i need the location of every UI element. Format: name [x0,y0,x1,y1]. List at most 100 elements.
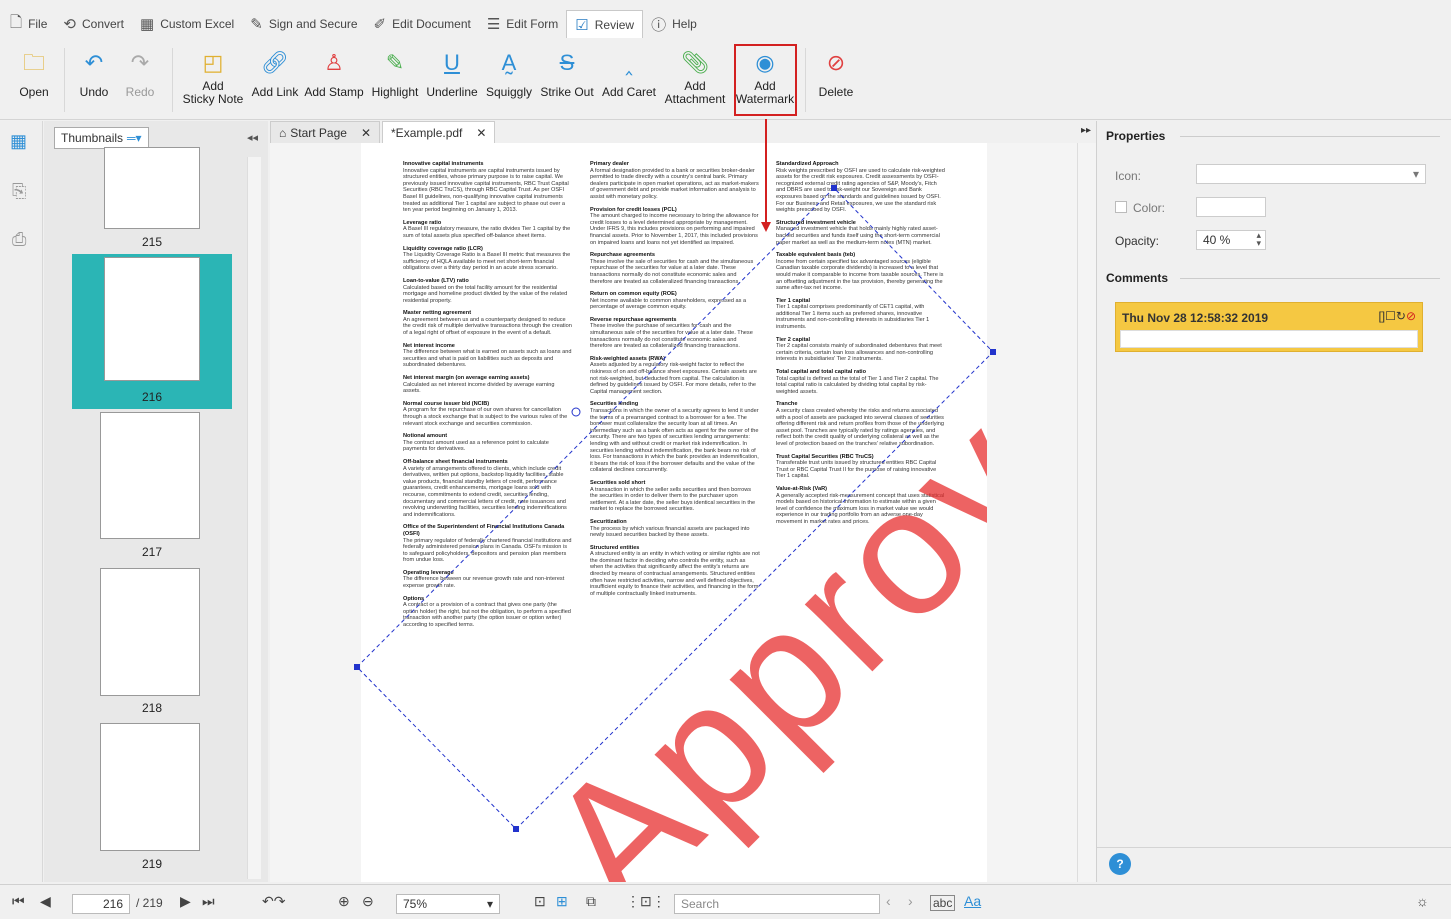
caret-icon: ‸ [625,50,633,75]
add-caret-button[interactable]: ‸ Add Caret [601,40,657,118]
color-label: Color: [1133,201,1166,215]
link-icon: 🔗︎ [261,50,289,75]
stamp-icon: ♙ [324,50,344,75]
single-page-icon[interactable]: ⊡ [534,893,546,910]
menu-review[interactable]: ☑ Review [566,10,644,38]
search-next-icon[interactable]: › [908,893,913,909]
annotation-arrow [761,119,771,232]
delete-icon[interactable]: ⊘ [1406,309,1416,323]
search-input[interactable]: Search [674,894,880,914]
zoom-in-icon[interactable]: ⊕ [338,893,350,910]
icon-select[interactable]: ▾ [1196,164,1426,184]
thumbnails-icon[interactable]: ▦ [10,131,27,152]
page-number: 217 [141,545,163,559]
help-icon: ⓘ [651,16,667,34]
thumbnail-page[interactable] [100,412,200,539]
selection-frame [356,187,994,830]
close-icon[interactable]: ✕ [476,126,486,140]
add-attachment-button[interactable]: 📎︎ Add Attachment [664,40,726,118]
color-picker[interactable] [1196,197,1266,217]
close-icon[interactable]: ✕ [361,126,371,140]
separator [805,48,806,112]
resize-handle[interactable] [513,826,519,832]
attachments-icon[interactable]: ⎙ [12,229,26,250]
label-line: Add [684,79,706,93]
separator [172,48,173,112]
chevron-down-icon: ▾ [486,897,493,911]
icon-label: Icon: [1115,169,1142,183]
add-link-button[interactable]: 🔗︎ Add Link [251,40,299,118]
strike-out-button[interactable]: S Strike Out [539,40,595,118]
menu-file[interactable]: 🗋 File [2,10,55,38]
undo-icon: ↶ [84,50,104,75]
thumbnail-page[interactable] [100,568,200,696]
form-icon: ☰ [486,16,501,33]
squiggly-button[interactable]: A̰ Squiggly [485,40,533,118]
underline-icon: U [444,50,460,75]
resize-handle[interactable] [990,349,996,355]
menu-bar: 🗋 File ⟲ Convert ▦ Custom Excel ✎ Sign and S… [0,8,1451,40]
highlight-button[interactable]: ✎ Highlight [370,40,420,118]
menu-edit-document[interactable]: ✐ Edit Document [366,10,479,38]
spinner-arrows-icon[interactable]: ▴ ▾ [1256,231,1261,248]
add-sticky-note-button[interactable]: ◰ Add Sticky Note [182,40,244,118]
open-button[interactable]: 🗀 Open [14,40,54,118]
thumbnail-panel: Thumbnails ═▾ ◂◂ 215 216 217 218 219 [44,121,268,882]
tab-example-pdf[interactable]: *Example.pdf ✕ [382,121,496,143]
comment-input[interactable] [1120,330,1418,348]
reply-icon[interactable]: ↻ [1396,309,1406,323]
zoom-out-icon[interactable]: ⊖ [362,893,374,910]
document-scrollbar[interactable] [1077,143,1095,882]
brightness-icon[interactable]: ☼ [1416,893,1429,909]
thumbnails-dropdown[interactable]: Thumbnails ═▾ [54,127,149,149]
resize-handle[interactable] [831,185,837,191]
thumbnail-page[interactable] [100,723,200,851]
delete-button[interactable]: ⊘ Delete [814,40,858,118]
opacity-spinner[interactable]: 40 % ▴ ▾ [1196,230,1266,250]
paperclip-icon: 📎︎ [681,50,709,75]
two-continuous-icon[interactable]: ⋮⊡⋮ [626,893,666,910]
underline-button[interactable]: U Underline [425,40,479,118]
rotate-handle[interactable] [571,407,581,417]
total-pages: / 219 [136,896,163,910]
redo-button[interactable]: ↷ Redo [120,40,160,118]
tab-start-page[interactable]: ⌂ Start Page ✕ [270,121,381,143]
continuous-page-icon[interactable]: ⊞ [556,893,568,910]
page-number: 215 [141,235,163,249]
prev-page-icon[interactable]: ◀ [40,893,51,910]
add-stamp-button[interactable]: ♙ Add Stamp [304,40,363,118]
squiggly-icon: A̰ [501,50,517,75]
thumbnail-scrollbar[interactable] [247,157,261,879]
undo-button[interactable]: ↶ Undo [74,40,114,118]
menu-custom-excel[interactable]: ▦ Custom Excel [132,10,242,38]
first-page-icon[interactable]: ⏮ [12,893,25,910]
bookmarks-icon[interactable]: ⎘ [12,181,26,202]
collapse-icon[interactable]: ◂◂ [247,131,258,144]
expand-icon[interactable]: ▸▸ [1081,125,1091,136]
selection-outline [354,185,996,832]
comment-card[interactable]: Thu Nov 28 12:58:32 2019 []☐↻⊘ [1115,302,1423,352]
menu-edit-form[interactable]: ☰ Edit Form [479,10,566,38]
last-page-icon[interactable]: ⏭ [202,893,215,910]
match-whole-word-toggle[interactable]: abc [930,895,956,911]
search-prev-icon[interactable]: ‹ [886,893,891,909]
page-input[interactable]: 216 [72,894,130,914]
back-icon[interactable]: ↶↷ [262,893,285,910]
menu-convert[interactable]: ⟲ Convert [55,10,132,38]
zoom-select[interactable]: 75% ▾ [396,894,500,914]
file-icon: 🗋 [10,13,23,31]
help-icon[interactable]: ? [1109,853,1131,875]
match-case-toggle[interactable]: Aa [964,893,981,909]
menu-help[interactable]: ⓘ Help [643,10,705,38]
comment-actions: []☐↻⊘ [1378,309,1416,323]
checkbox-icon[interactable]: ☐ [1385,309,1396,323]
convert-icon: ⟲ [63,16,76,33]
thumbnail-page[interactable] [104,147,200,229]
resize-handle[interactable] [354,664,360,670]
next-page-icon[interactable]: ▶ [180,893,191,910]
two-page-icon[interactable]: ⧉ [586,893,596,910]
color-checkbox[interactable] [1115,201,1127,213]
menu-sign-secure[interactable]: ✎ Sign and Secure [242,10,365,38]
thumbnail-page[interactable] [104,257,200,381]
grid-icon: ▦ [140,16,155,33]
